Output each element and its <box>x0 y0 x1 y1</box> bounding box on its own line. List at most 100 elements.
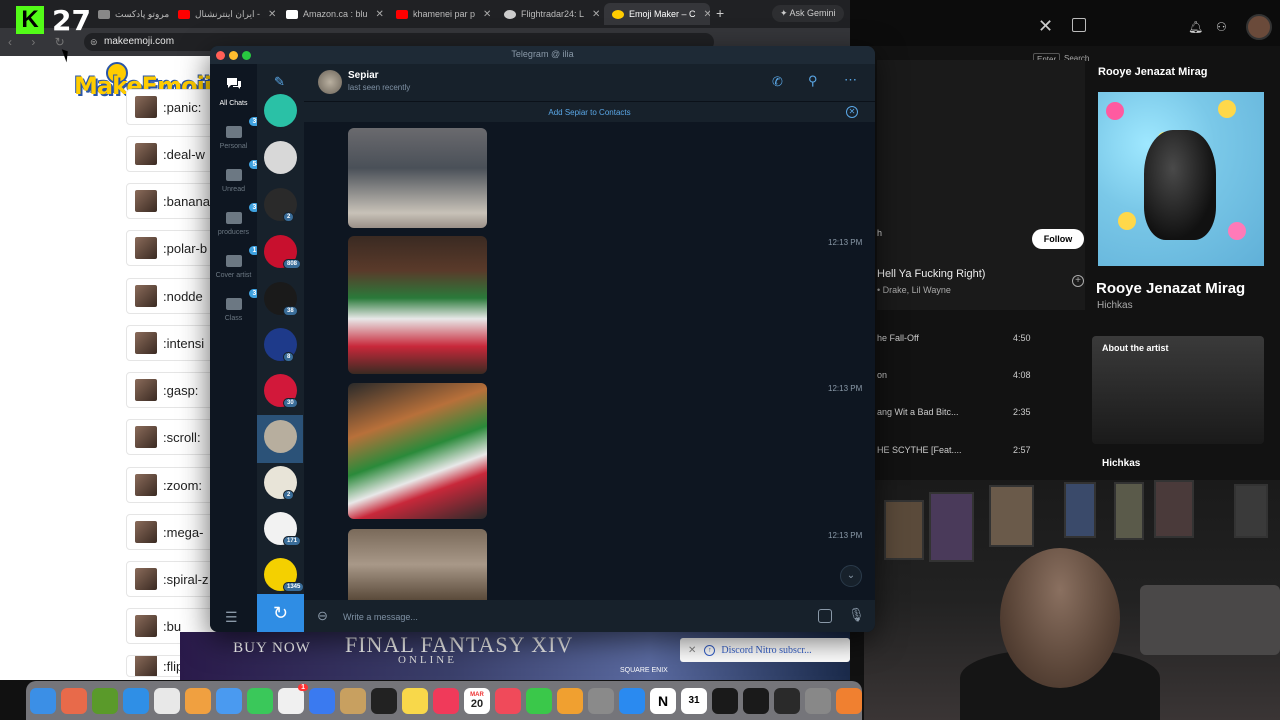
discord-toast[interactable]: ✕ ↑ Discord Nitro subscr... <box>680 638 850 662</box>
emoji-name: :deal-w <box>163 146 205 162</box>
folder-personal[interactable]: 395 Personal <box>210 116 270 150</box>
peer-avatar[interactable] <box>318 70 342 94</box>
close-tab-icon[interactable]: ✕ <box>268 9 276 20</box>
folder-producers[interactable]: 3 producers <box>210 202 262 236</box>
folder-label: Unread <box>222 186 245 193</box>
photo-message[interactable] <box>348 383 487 519</box>
tab-iran-international[interactable]: ایران اینترنشنال - ✕ <box>170 3 278 25</box>
tab-flightradar[interactable]: Flightradar24: L ✕ <box>496 3 604 25</box>
emoji-row[interactable]: :mega- <box>126 514 216 550</box>
sticker-icon[interactable] <box>818 609 832 623</box>
emoji-row[interactable]: :zoom: <box>126 467 216 503</box>
folder-class[interactable]: 3 Class <box>210 288 262 322</box>
add-to-contacts-link[interactable]: Add Sepiar to Contacts <box>304 108 875 117</box>
emoji-row[interactable]: :intensi <box>126 325 216 361</box>
app-icon[interactable] <box>836 687 862 714</box>
new-tab-button[interactable]: + <box>716 5 724 21</box>
safari-icon[interactable] <box>123 687 149 714</box>
tab-emoji-maker[interactable]: Emoji Maker – C ✕ <box>604 3 710 25</box>
chat-avatar[interactable] <box>264 141 297 174</box>
emoji-row[interactable]: :spiral-z <box>126 561 216 597</box>
message-input[interactable] <box>343 611 793 623</box>
mail-icon[interactable] <box>216 687 242 714</box>
emoji-row[interactable]: :gasp: <box>126 372 216 408</box>
track-row[interactable]: ang Wit a Bad Bitc... 2:35 <box>877 407 1037 417</box>
finder-icon[interactable] <box>30 687 56 714</box>
compose-icon[interactable]: ✎ <box>274 74 285 90</box>
more-icon[interactable]: ⋯ <box>844 72 858 88</box>
emoji-row[interactable]: :panic: <box>126 89 216 125</box>
calendar-icon[interactable]: MAR 20 <box>464 687 490 714</box>
settings-menu-icon[interactable]: ☰ <box>225 609 238 626</box>
notes-icon[interactable] <box>402 687 428 714</box>
launchpad-icon[interactable] <box>61 687 87 714</box>
refresh-icon[interactable]: ↻ <box>257 594 304 632</box>
avatar[interactable] <box>1246 14 1272 40</box>
emoji-row[interactable]: :banana <box>126 183 216 219</box>
folder-unread[interactable]: 543 Unread <box>210 159 270 193</box>
browser-nav-buttons[interactable]: ‹ › ↻ <box>8 35 73 49</box>
bell-icon[interactable]: 🔔︎ <box>1188 20 1203 34</box>
app-icon[interactable] <box>712 687 738 714</box>
microphone-icon[interactable]: 🎙︎ <box>848 607 865 623</box>
song-artists[interactable]: • Drake, Lil Wayne <box>877 285 951 295</box>
follow-button[interactable]: Follow <box>1032 229 1084 249</box>
tab-podcast[interactable]: مروتو پادکست✕ <box>90 3 170 25</box>
close-tab-icon[interactable]: ✕ <box>483 9 491 20</box>
music-icon[interactable] <box>433 687 459 714</box>
app-icon[interactable] <box>774 687 800 714</box>
scroll-down-icon[interactable]: ⌄ <box>840 565 862 587</box>
folder-all-chats[interactable]: All Chats <box>210 76 257 107</box>
app-icon[interactable] <box>743 687 769 714</box>
emoji-row[interactable]: :deal-w <box>126 136 216 172</box>
chrome-icon[interactable] <box>154 687 180 714</box>
track-row[interactable]: HE SCYTHE [Feat.... 2:57 <box>877 445 1037 455</box>
song-title[interactable]: Hell Ya Fucking Right) <box>877 268 985 280</box>
friends-icon[interactable]: ⚇ <box>1216 20 1227 34</box>
ad-buy-now-button[interactable]: BUY NOW <box>222 636 322 660</box>
artist-name[interactable]: Hichkas <box>1102 458 1140 469</box>
system-settings-icon[interactable] <box>588 687 614 714</box>
app-icon[interactable] <box>805 687 831 714</box>
popout-icon[interactable] <box>1072 18 1086 32</box>
photo-message[interactable] <box>348 128 487 228</box>
reminders-icon[interactable]: 1 <box>278 683 308 714</box>
track-row[interactable]: on 4:08 <box>877 370 1037 380</box>
close-tab-icon[interactable]: ✕ <box>704 9 710 20</box>
apple-tv-icon[interactable] <box>371 687 397 714</box>
close-icon[interactable]: ✕ <box>688 645 696 656</box>
ask-gemini-button[interactable]: ✦ Ask Gemini <box>772 5 844 22</box>
close-icon[interactable]: ✕ <box>846 106 858 118</box>
app-icon[interactable] <box>92 687 118 714</box>
numbers-icon[interactable] <box>526 687 552 714</box>
chat-avatar[interactable] <box>264 94 297 127</box>
emoji-row[interactable]: :scroll: <box>126 419 216 455</box>
chat-avatar[interactable] <box>264 420 297 453</box>
news-icon[interactable] <box>495 687 521 714</box>
add-icon[interactable]: + <box>1072 275 1084 287</box>
tab-khamenei[interactable]: khamenei par p ✕ <box>388 3 496 25</box>
calendar-31-icon[interactable]: 31 <box>681 687 707 714</box>
folder-cover-artist[interactable]: 1 Cover artist <box>210 245 262 279</box>
close-tab-icon[interactable]: ✕ <box>376 9 384 20</box>
freeform-icon[interactable] <box>309 687 335 714</box>
site-info-icon[interactable]: ⊜ <box>90 33 98 51</box>
emoji-row[interactable]: :polar-b <box>126 230 216 266</box>
close-icon[interactable]: ✕ <box>1038 16 1053 37</box>
photo-message[interactable] <box>348 236 487 374</box>
pages-icon[interactable] <box>557 687 583 714</box>
search-icon[interactable]: ⚲ <box>808 73 818 89</box>
album-artist[interactable]: Hichkas <box>1097 300 1133 311</box>
photo-message[interactable] <box>348 529 487 600</box>
notion-icon[interactable]: N <box>650 687 676 714</box>
peer-name[interactable]: Sepiar <box>348 70 379 81</box>
app-store-icon[interactable] <box>619 687 645 714</box>
track-row[interactable]: he Fall-Off 4:50 <box>877 333 1037 343</box>
tab-amazon[interactable]: Amazon.ca : blu ✕ <box>278 3 386 25</box>
phone-icon[interactable]: ✆ <box>772 74 783 90</box>
app-icon[interactable] <box>340 687 366 714</box>
emoji-row[interactable]: :nodde <box>126 278 216 314</box>
photos-icon[interactable] <box>185 687 211 714</box>
facetime-icon[interactable] <box>247 687 273 714</box>
close-tab-icon[interactable]: ✕ <box>592 9 600 20</box>
